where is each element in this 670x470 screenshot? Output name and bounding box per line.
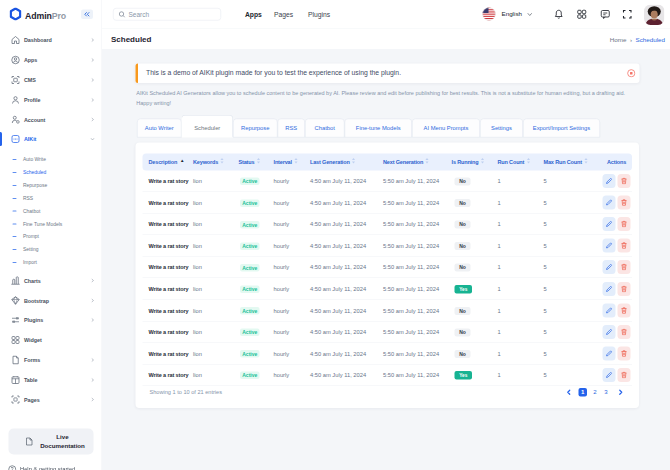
svg-text:?: ? — [11, 466, 14, 470]
